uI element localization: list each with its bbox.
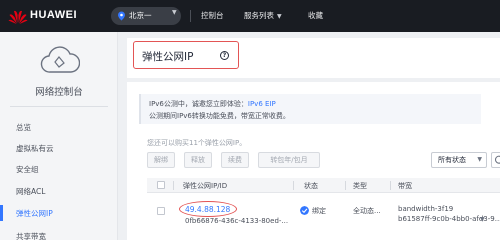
sidebar-item-overview[interactable]: 总览: [16, 122, 31, 133]
brand-name: HUAWEI: [30, 9, 77, 21]
page-header: 弹性公网IP ?: [127, 38, 500, 78]
nav-favorites[interactable]: 收藏: [308, 10, 323, 21]
change-to-yearly-monthly-button[interactable]: 转包年/包月: [258, 152, 320, 168]
refresh-button[interactable]: [491, 152, 500, 168]
quota-text: 您还可以购买11个弹性公网IP。: [147, 139, 247, 147]
sidebar-item-shared-bandwidth[interactable]: 共享带宽: [16, 231, 46, 240]
chevron-down-icon: ▼: [477, 156, 482, 163]
status-text: 绑定: [312, 207, 326, 215]
region-label: 北京一: [129, 11, 152, 20]
sidebar-item-eip[interactable]: 弹性公网IP: [16, 208, 53, 219]
title-highlight-box: 弹性公网IP ?: [133, 41, 239, 69]
column-header-status: 状态: [304, 182, 318, 190]
nav-console-label: 控制台: [201, 11, 224, 20]
column-header-bandwidth: 带宽: [398, 182, 412, 190]
notice-line-2: 公测期间IPv6转换功能免费，带宽正常收费。: [149, 112, 290, 120]
main-content: 弹性公网IP ? IPv6公测中，诚邀您立即体验：IPv6 EIP 公测期间IP…: [118, 32, 500, 240]
nav-service-list-label: 服务列表: [244, 11, 274, 20]
sidebar-title: 网络控制台: [35, 87, 83, 98]
release-button[interactable]: 释放: [184, 152, 212, 168]
chevron-down-icon: ▼: [277, 13, 282, 20]
eip-list-panel: IPv6公测中，诚邀您立即体验：IPv6 EIP 公测期间IPv6转换功能免费，…: [127, 82, 500, 240]
row-checkbox[interactable]: [157, 207, 165, 215]
column-divider: [293, 181, 294, 190]
refresh-icon: [494, 155, 500, 164]
nav-console[interactable]: 控制台: [201, 10, 224, 21]
top-navigation-bar: HUAWEI 北京一 ▼ 控制台 服务列表 ▼ 收藏: [0, 0, 500, 32]
status-filter-value: 所有状态: [438, 156, 466, 164]
chevron-down-icon[interactable]: ▼: [480, 216, 485, 223]
column-divider: [390, 181, 391, 190]
table-row: 49.4.88.128 0fb66876-436c-4133-80ed-... …: [147, 195, 500, 240]
sidebar: 网络控制台 总览 虚拟私有云 安全组 网络ACL 弹性公网IP 共享带宽: [0, 32, 118, 240]
table-header: 弹性公网IP/ID 状态 类型 带宽: [147, 178, 500, 193]
unbind-button[interactable]: 解绑: [147, 152, 175, 168]
nav-divider: [190, 10, 191, 22]
nav-favorites-label: 收藏: [308, 11, 323, 20]
sidebar-item-network-acl[interactable]: 网络ACL: [16, 186, 45, 197]
column-header-eip-id: 弹性公网IP/ID: [183, 182, 228, 190]
help-icon[interactable]: ?: [220, 51, 229, 60]
sidebar-divider: [10, 106, 108, 107]
sidebar-item-vpc[interactable]: 虚拟私有云: [16, 143, 54, 154]
type-text: 全动态...: [353, 207, 381, 215]
active-indicator: [0, 205, 3, 221]
select-all-checkbox[interactable]: [157, 181, 165, 189]
cloud-network-icon: [40, 46, 80, 73]
column-divider: [345, 181, 346, 190]
huawei-logo-icon: [8, 10, 28, 24]
renew-button[interactable]: 续费: [221, 152, 249, 168]
ipv6-eip-link[interactable]: IPv6 EIP: [248, 100, 276, 108]
nav-service-list[interactable]: 服务列表 ▼: [244, 10, 282, 21]
sidebar-item-security-group[interactable]: 安全组: [16, 164, 39, 175]
eip-highlight-circle: [179, 201, 237, 217]
location-pin-icon: [118, 11, 125, 21]
column-header-type: 类型: [353, 182, 367, 190]
notice-line-1: IPv6公测中，诚邀您立即体验：IPv6 EIP: [149, 99, 276, 109]
column-divider: [173, 181, 174, 190]
bandwidth-name: bandwidth-3f19: [398, 205, 454, 213]
chevron-down-icon: ▼: [172, 9, 177, 16]
page-title: 弹性公网IP: [142, 51, 194, 63]
notice-banner: IPv6公测中，诚邀您立即体验：IPv6 EIP 公测期间IPv6转换功能免费，…: [139, 94, 481, 124]
region-selector[interactable]: 北京一 ▼: [111, 7, 181, 25]
status-filter-select[interactable]: 所有状态 ▼: [431, 152, 487, 168]
bound-status-icon: [300, 206, 309, 215]
notice-text: IPv6公测中，诚邀您立即体验：: [149, 100, 248, 108]
eip-id: 0fb66876-436c-4133-80ed-...: [185, 217, 289, 225]
